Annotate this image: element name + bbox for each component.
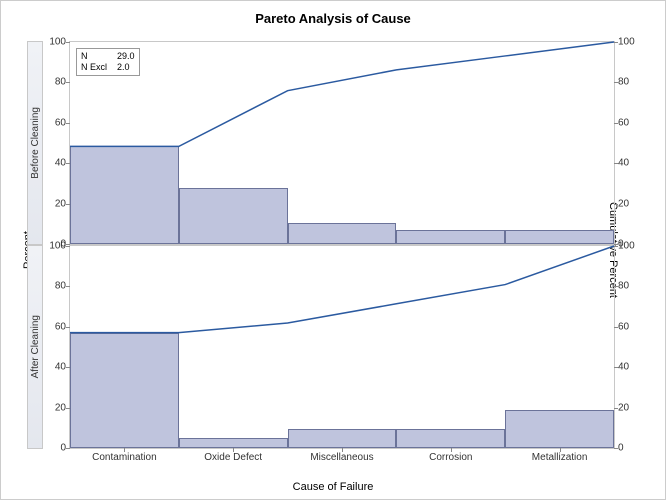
cumulative-line [70, 246, 614, 448]
panel-strip-top: Before Cleaning [27, 41, 43, 245]
panel-strip-bottom: After Cleaning [27, 245, 43, 449]
panel-inner-bottom: 020406080100020406080100ContaminationOxi… [69, 245, 615, 449]
panel-strip-top-label: Before Cleaning [30, 107, 41, 179]
chart-title: Pareto Analysis of Cause [1, 1, 665, 35]
panel-inner-top: N 29.0 N Excl 2.0 0204060801000204060801… [69, 41, 615, 245]
panel-before-cleaning: Before Cleaning N 29.0 N Excl 2.0 020406… [69, 41, 615, 245]
x-axis-title: Cause of Failure [1, 481, 665, 493]
panel-strip-bottom-label: After Cleaning [30, 315, 41, 378]
pareto-chart: Pareto Analysis of Cause Percent Cumulat… [0, 0, 666, 500]
plot-region: Before Cleaning N 29.0 N Excl 2.0 020406… [69, 41, 615, 449]
cumulative-line [70, 42, 614, 244]
panel-after-cleaning: After Cleaning 020406080100020406080100C… [69, 245, 615, 449]
